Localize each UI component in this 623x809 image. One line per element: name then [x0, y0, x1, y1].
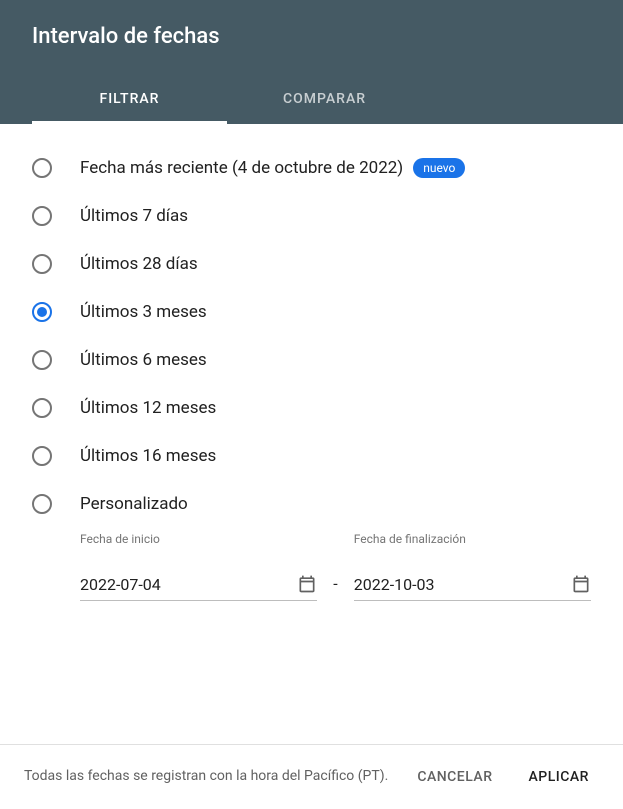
radio-label: Últimos 7 días: [80, 206, 188, 226]
tabs-container: FILTRAR COMPARAR: [32, 77, 591, 124]
radio-label: Fecha más reciente (4 de octubre de 2022…: [80, 158, 465, 178]
radio-icon: [32, 350, 52, 370]
new-badge: nuevo: [413, 158, 465, 178]
radio-label: Últimos 12 meses: [80, 398, 216, 418]
radio-last-12-months[interactable]: Últimos 12 meses: [32, 384, 591, 432]
calendar-icon[interactable]: [297, 574, 317, 594]
radio-icon: [32, 254, 52, 274]
start-date-field: Fecha de inicio: [80, 532, 317, 601]
dialog-title: Intervalo de fechas: [32, 24, 591, 49]
end-date-input-wrap: [354, 574, 591, 601]
radio-icon: [32, 494, 52, 514]
footer-note: Todas las fechas se registran con la hor…: [24, 767, 391, 787]
radio-label: Últimos 3 meses: [80, 302, 207, 322]
dialog-content: Fecha más reciente (4 de octubre de 2022…: [0, 124, 623, 744]
radio-icon: [32, 206, 52, 226]
radio-last-3-months[interactable]: Últimos 3 meses: [32, 288, 591, 336]
tab-filter[interactable]: FILTRAR: [32, 77, 227, 124]
radio-icon: [32, 302, 52, 322]
cancel-button[interactable]: CANCELAR: [407, 761, 502, 793]
radio-last-6-months[interactable]: Últimos 6 meses: [32, 336, 591, 384]
radio-label: Personalizado: [80, 494, 188, 514]
radio-last-28-days[interactable]: Últimos 28 días: [32, 240, 591, 288]
dialog-footer: Todas las fechas se registran con la hor…: [0, 744, 623, 809]
end-date-label: Fecha de finalización: [354, 532, 591, 564]
apply-button[interactable]: APLICAR: [519, 761, 599, 793]
radio-last-16-months[interactable]: Últimos 16 meses: [32, 432, 591, 480]
radio-label-text: Fecha más reciente (4 de octubre de 2022…: [80, 158, 403, 178]
radio-icon: [32, 446, 52, 466]
radio-icon: [32, 398, 52, 418]
date-separator: -: [333, 574, 337, 601]
radio-label: Últimos 28 días: [80, 254, 198, 274]
radio-custom[interactable]: Personalizado: [32, 480, 591, 528]
radio-label: Últimos 6 meses: [80, 350, 207, 370]
radio-icon: [32, 158, 52, 178]
start-date-label: Fecha de inicio: [80, 532, 317, 564]
radio-latest-date[interactable]: Fecha más reciente (4 de octubre de 2022…: [32, 144, 591, 192]
tab-compare[interactable]: COMPARAR: [227, 77, 422, 124]
custom-date-section: Fecha de inicio - Fecha de finalización: [80, 532, 591, 601]
radio-label: Últimos 16 meses: [80, 446, 216, 466]
radio-last-7-days[interactable]: Últimos 7 días: [32, 192, 591, 240]
start-date-input-wrap: [80, 574, 317, 601]
end-date-field: Fecha de finalización: [354, 532, 591, 601]
calendar-icon[interactable]: [571, 574, 591, 594]
end-date-input[interactable]: [354, 575, 571, 594]
start-date-input[interactable]: [80, 575, 297, 594]
dialog-header: Intervalo de fechas FILTRAR COMPARAR: [0, 0, 623, 124]
